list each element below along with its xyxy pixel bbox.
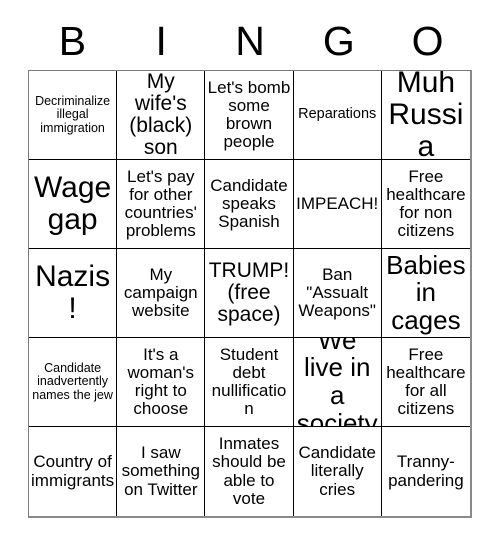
bingo-cell[interactable]: Candidate inadvertently names the jew	[29, 338, 118, 427]
bingo-cell[interactable]: Let's pay for other countries' problems	[117, 160, 206, 249]
bingo-cell[interactable]: Free healthcare for all citizens	[381, 338, 470, 427]
bingo-header: B I N G O	[28, 12, 472, 70]
bingo-card: B I N G O Decriminalize illegal immigrat…	[0, 0, 500, 544]
bingo-cell-label: Candidate speaks Spanish	[210, 175, 288, 231]
bingo-cell-label: I saw something on Twitter	[121, 443, 200, 499]
bingo-grid: Decriminalize illegal immigration My wif…	[28, 70, 472, 518]
bingo-cell[interactable]: Inmates should be able to vote	[205, 427, 294, 516]
bingo-cell-label: Reparations	[298, 106, 377, 123]
bingo-cell-label: It's a woman's right to choose	[127, 344, 195, 419]
header-letter-n: N	[235, 17, 265, 64]
bingo-cell[interactable]: I saw something on Twitter	[117, 427, 206, 516]
bingo-cell-label: Tranny-pandering	[388, 452, 464, 490]
bingo-cell-label: Free healthcare for non citizens	[386, 166, 466, 241]
bingo-cell-label: Candidate literally cries	[298, 443, 376, 499]
bingo-cell-label: My campaign website	[123, 264, 198, 320]
bingo-cell-label: Student debt nullification	[211, 344, 287, 419]
bingo-cell[interactable]: Nazis!	[29, 249, 118, 338]
bingo-cell-label: My wife's (black) son	[129, 71, 193, 160]
bingo-cell[interactable]: Wage gap	[29, 160, 118, 249]
bingo-cell-label: Muh Russia	[388, 71, 464, 160]
bingo-cell[interactable]: My wife's (black) son	[117, 71, 206, 160]
bingo-cell-label: TRUMP! (free space)	[208, 258, 290, 327]
bingo-cell-label: Let's pay for other countries' problems	[124, 166, 197, 241]
bingo-cell[interactable]: Decriminalize illegal immigration	[29, 71, 118, 160]
bingo-cell[interactable]: Candidate literally cries	[294, 427, 382, 516]
bingo-cell-label: Ban "Assualt Weapons"	[298, 264, 376, 320]
bingo-cell-label: Country of immigrants	[31, 452, 115, 490]
bingo-cell[interactable]: Reparations	[293, 71, 382, 160]
bingo-cell-label: Free healthcare for all citizens	[386, 344, 466, 419]
bingo-cell[interactable]: Babies in cages	[381, 249, 470, 338]
bingo-cell[interactable]: Free healthcare for non citizens	[381, 160, 470, 249]
bingo-cell-label: Candidate inadvertently names the jew	[32, 361, 113, 402]
bingo-cell[interactable]: We live in a society	[293, 338, 382, 427]
bingo-cell[interactable]: Tranny-pandering	[382, 427, 470, 516]
bingo-cell[interactable]: Student debt nullification	[205, 338, 294, 427]
bingo-cell-label: Inmates should be able to vote	[212, 434, 286, 508]
bingo-cell[interactable]: Let's bomb some brown people	[205, 71, 294, 160]
bingo-cell[interactable]: Muh Russia	[381, 71, 470, 160]
bingo-cell-label: Let's bomb some brown people	[207, 77, 291, 152]
bingo-cell-label: Wage gap	[33, 171, 112, 236]
bingo-cell-free-space[interactable]: TRUMP! (free space)	[205, 249, 294, 338]
bingo-cell-label: Decriminalize illegal immigration	[35, 94, 111, 135]
header-letter-o: O	[411, 17, 444, 64]
bingo-cell-label: We live in a society	[296, 338, 378, 427]
bingo-cell-label: Nazis!	[35, 260, 111, 325]
bingo-cell[interactable]: Country of immigrants	[29, 427, 118, 516]
bingo-cell[interactable]: Candidate speaks Spanish	[205, 160, 294, 249]
bingo-cell[interactable]: My campaign website	[117, 249, 206, 338]
header-letter-b: B	[58, 17, 87, 64]
bingo-cell[interactable]: Ban "Assualt Weapons"	[293, 249, 382, 338]
header-letter-i: I	[155, 17, 167, 64]
header-letter-g: G	[322, 17, 355, 64]
bingo-cell-label: Babies in cages	[386, 249, 466, 335]
bingo-cell-label: IMPEACH!	[296, 193, 379, 213]
bingo-cell[interactable]: IMPEACH!	[293, 160, 382, 249]
bingo-cell[interactable]: It's a woman's right to choose	[117, 338, 206, 427]
